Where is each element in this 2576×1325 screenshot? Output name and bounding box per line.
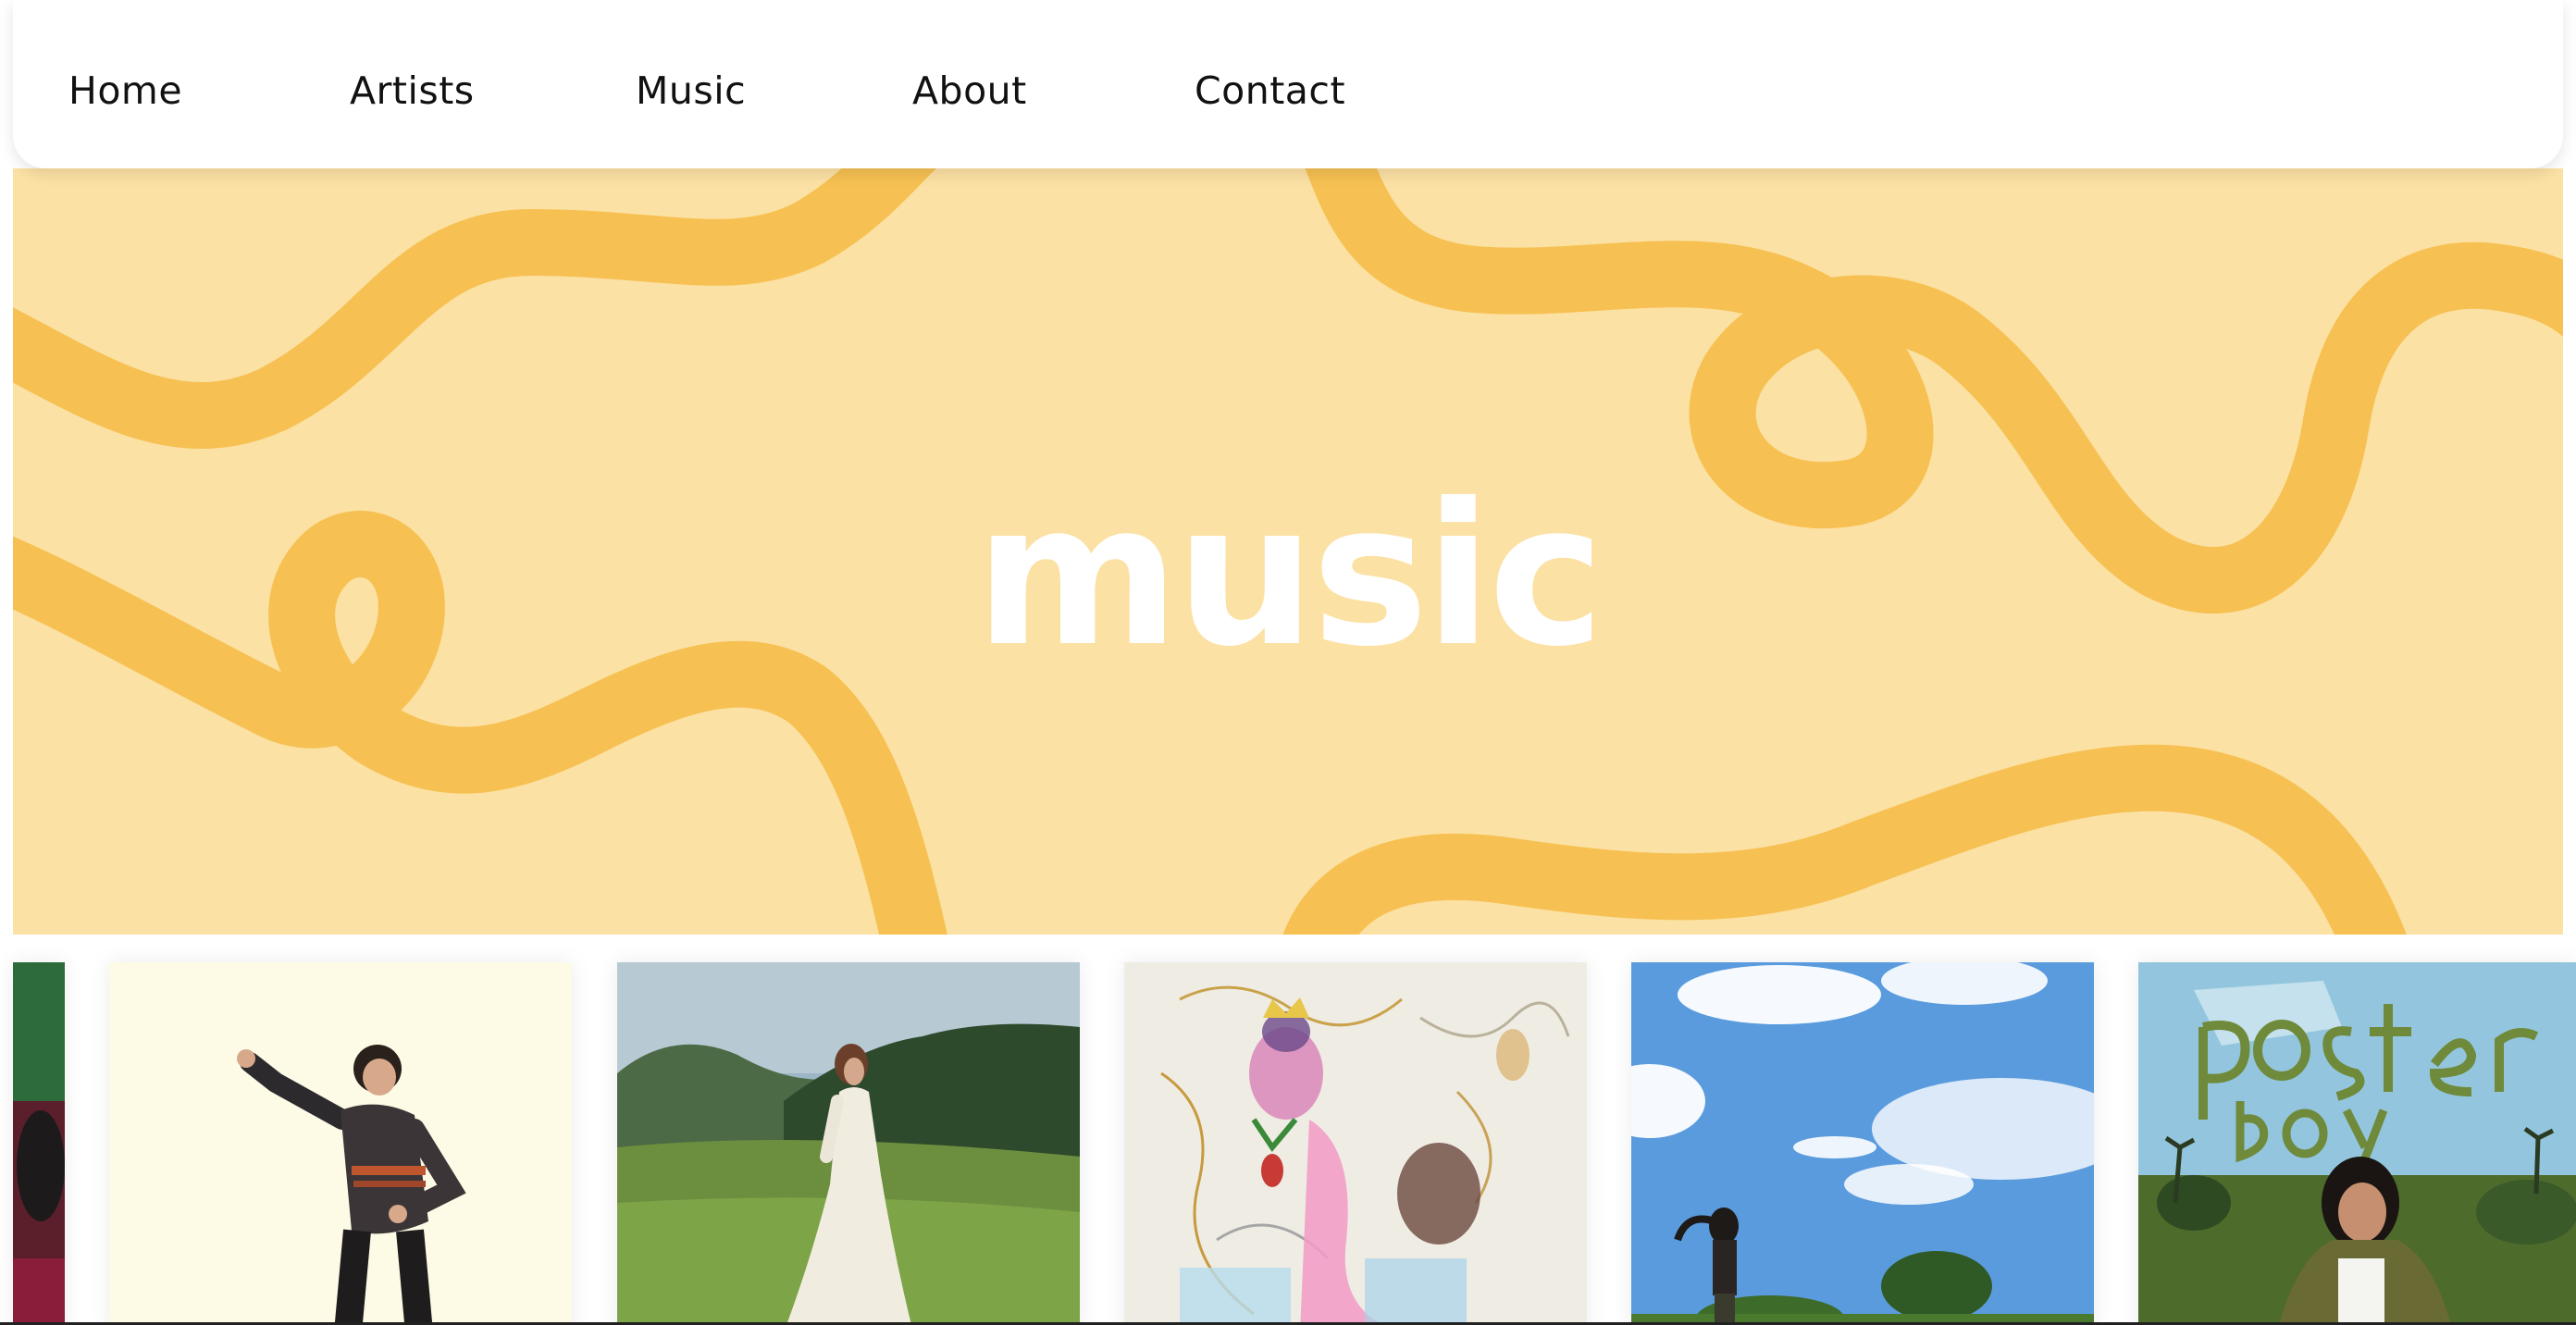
album-cover-partial[interactable]: [13, 962, 65, 1325]
album-cover-image: [13, 962, 65, 1325]
album-gallery: [0, 935, 2576, 1325]
page: Home Artists Music About Contact music: [0, 0, 2576, 1325]
album-cover-dancer[interactable]: [109, 962, 572, 1325]
album-cover-hillside[interactable]: [617, 962, 1080, 1325]
hero-title: music: [974, 461, 1604, 689]
nav-about[interactable]: About: [912, 65, 1027, 117]
nav-music[interactable]: Music: [636, 65, 746, 117]
nav-contact[interactable]: Contact: [1195, 65, 1345, 117]
album-cover-image: [617, 962, 1080, 1325]
nav-artists[interactable]: Artists: [350, 65, 475, 117]
album-cover-poster-boy[interactable]: [2138, 962, 2576, 1325]
hero-banner: music: [13, 168, 2563, 935]
album-cover-image: [2138, 962, 2576, 1325]
nav-home[interactable]: Home: [68, 65, 182, 117]
album-cover-image: [1124, 962, 1587, 1325]
album-cover-sky[interactable]: [1631, 962, 2094, 1325]
album-cover-image: [109, 962, 572, 1325]
album-cover-drawing[interactable]: [1124, 962, 1587, 1325]
album-cover-image: [1631, 962, 2094, 1325]
top-navigation: Home Artists Music About Contact: [13, 0, 2563, 168]
